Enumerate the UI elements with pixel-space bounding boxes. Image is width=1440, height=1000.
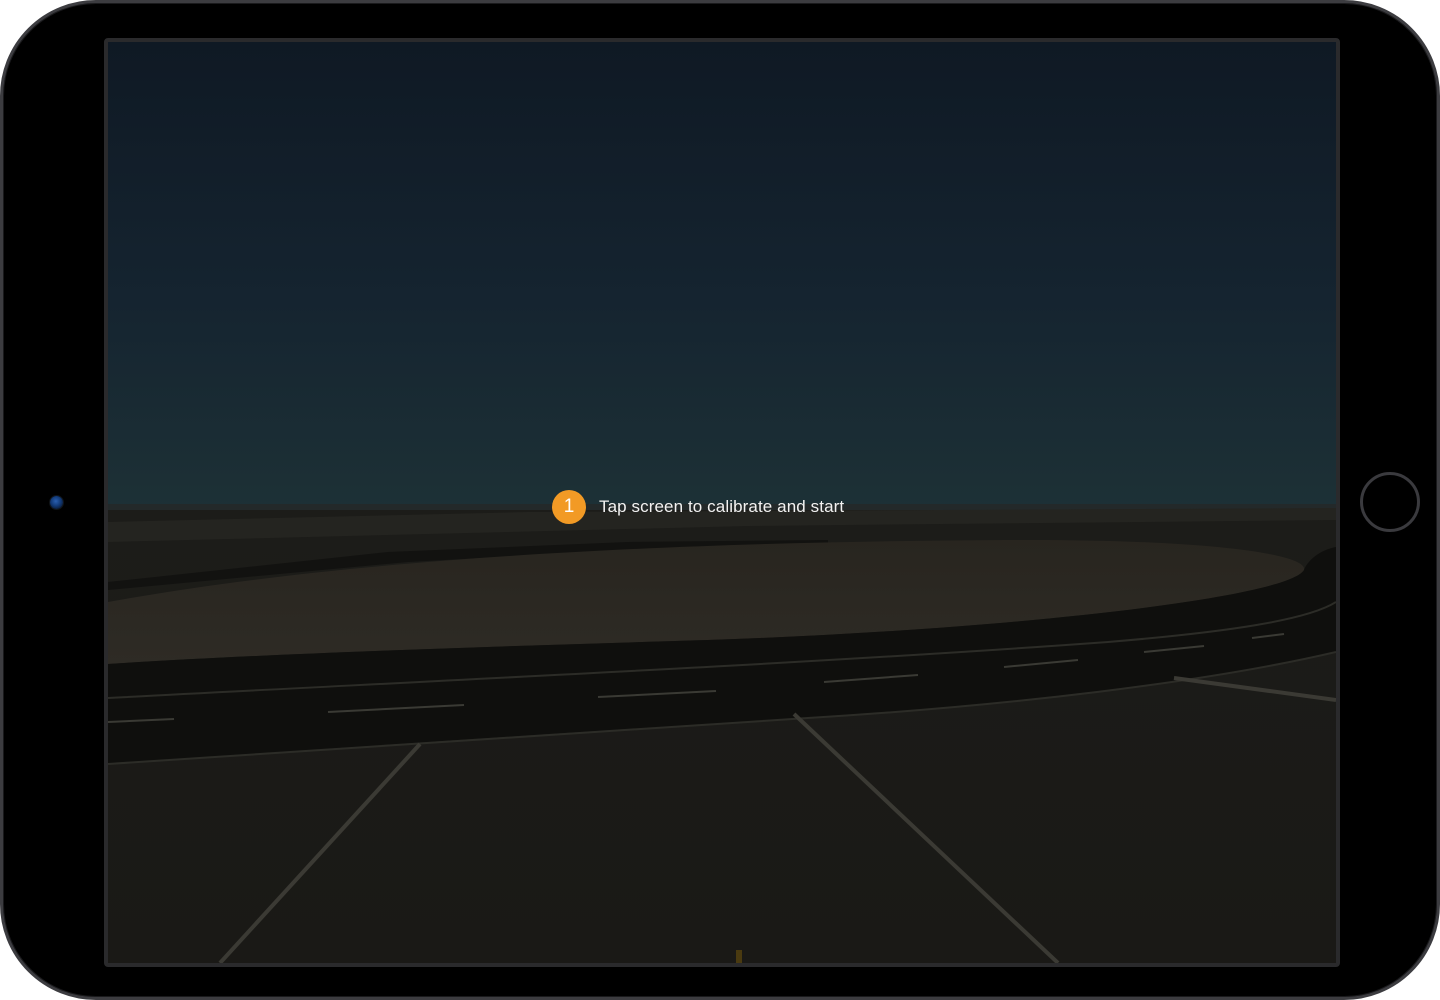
sky: [108, 42, 1336, 512]
home-button[interactable]: [1360, 472, 1420, 532]
front-camera-icon: [50, 496, 63, 509]
ground-marker: [736, 950, 742, 963]
tablet-device-frame: 1 Tap screen to calibrate and start: [0, 0, 1440, 1000]
app-screen-tap-area[interactable]: 1 Tap screen to calibrate and start: [104, 38, 1340, 967]
step-number-badge: 1: [552, 490, 586, 524]
calibration-prompt: 1 Tap screen to calibrate and start: [552, 490, 844, 524]
prompt-text: Tap screen to calibrate and start: [599, 497, 845, 516]
